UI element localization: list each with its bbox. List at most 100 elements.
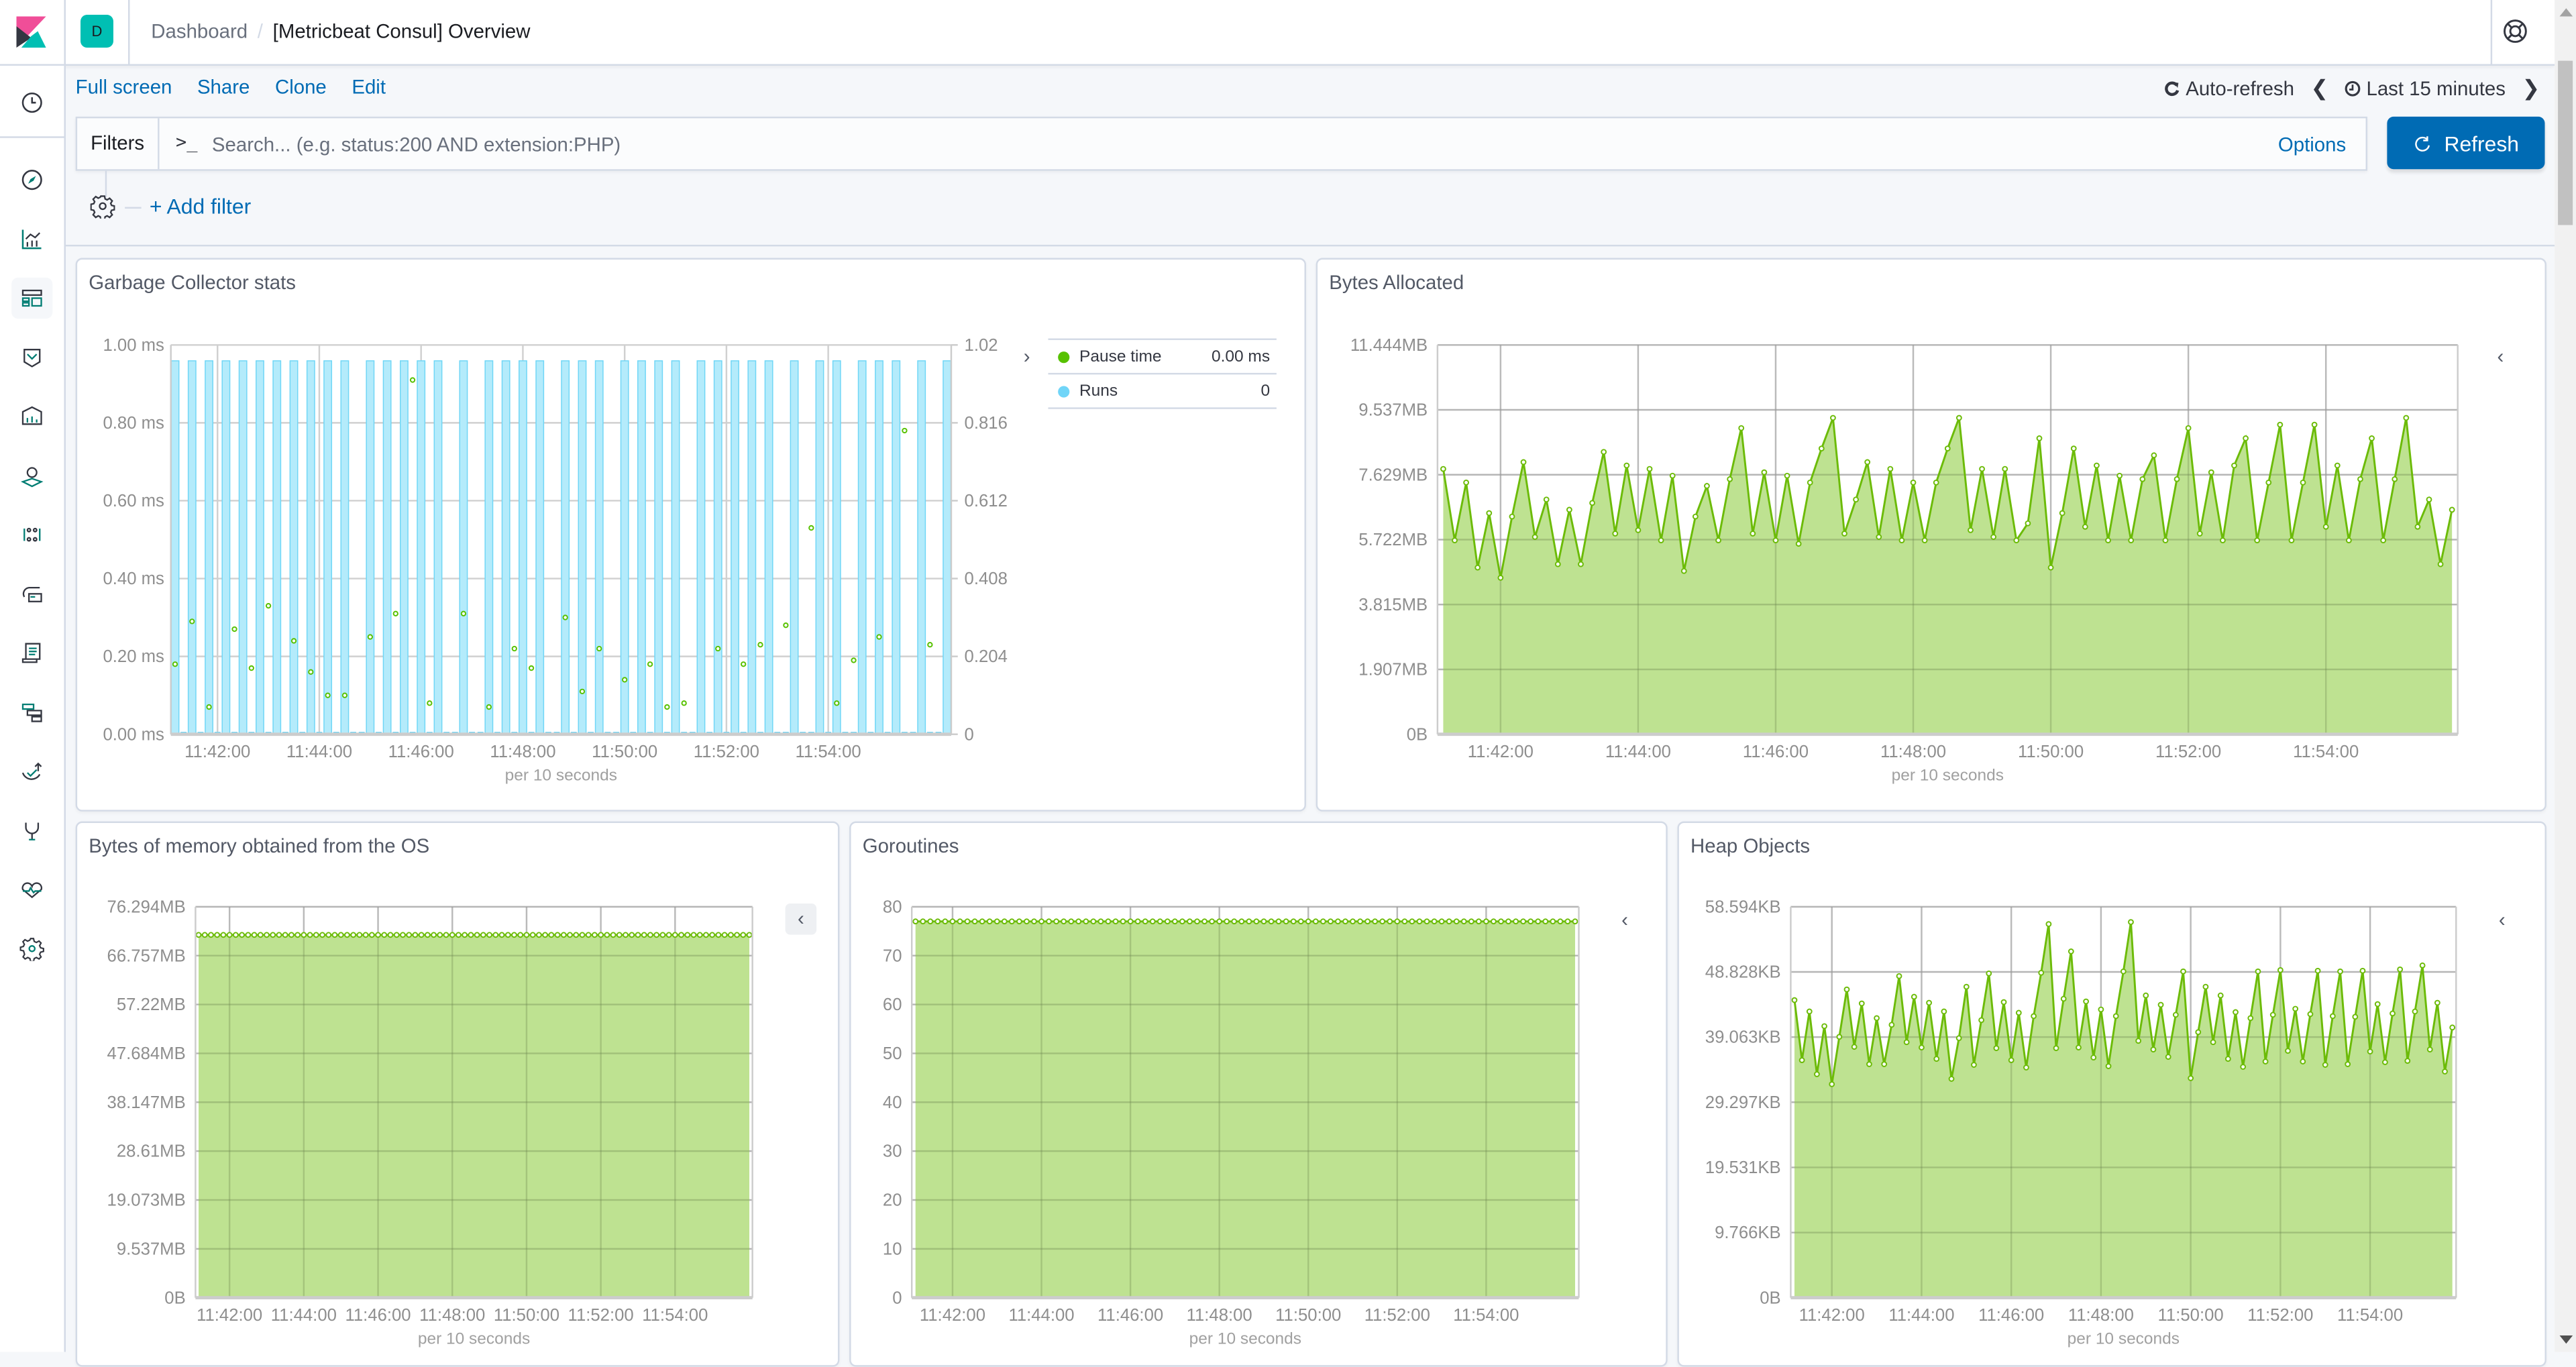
data-point: [560, 932, 567, 938]
data-point: [2053, 1045, 2059, 1052]
nav-logs[interactable]: [11, 633, 52, 673]
y-tick-label: 48.828KB: [1705, 963, 1781, 982]
runs-bar: [382, 360, 392, 735]
legend-expand-icon[interactable]: ‹: [2497, 345, 2504, 368]
edit-button[interactable]: Edit: [352, 76, 386, 99]
pause-time-point: [681, 700, 687, 706]
y-tick-label: 19.531KB: [1705, 1158, 1781, 1177]
legend-collapse-icon[interactable]: ›: [1024, 345, 1030, 368]
data-point: [2374, 1001, 2381, 1007]
data-point: [1379, 918, 1386, 925]
data-point: [1187, 918, 1193, 925]
data-point: [1858, 1000, 1865, 1007]
header-divider: [64, 0, 66, 64]
data-point: [1821, 1023, 1827, 1030]
data-point: [1903, 1039, 1910, 1046]
data-point: [2345, 1061, 2351, 1067]
nav-machine-learning[interactable]: [11, 514, 52, 555]
data-point: [344, 932, 350, 938]
data-point: [424, 932, 431, 938]
scroll-up-arrow-icon[interactable]: [2559, 8, 2573, 17]
space-avatar[interactable]: D: [80, 15, 113, 48]
nav-maps[interactable]: [11, 455, 52, 496]
data-point: [2403, 415, 2410, 421]
add-filter-button[interactable]: + Add filter: [150, 194, 251, 219]
nav-dashboard[interactable]: [11, 277, 53, 319]
divider: [65, 244, 2555, 247]
data-point: [1320, 918, 1326, 925]
nav-monitoring[interactable]: [11, 869, 52, 910]
data-point: [1312, 918, 1319, 925]
data-point: [734, 932, 740, 938]
pause-time-point: [248, 665, 254, 671]
data-point: [696, 932, 703, 938]
nav-recently-viewed[interactable]: [11, 82, 52, 123]
legend-expand-icon[interactable]: ‹: [2499, 908, 2506, 931]
gear-icon[interactable]: [90, 194, 115, 219]
nav-management[interactable]: [11, 928, 52, 969]
data-point: [400, 932, 406, 938]
legend-expand-icon[interactable]: ‹: [785, 903, 817, 935]
nav-canvas[interactable]: [11, 337, 52, 378]
uptime-icon: [21, 762, 42, 780]
lifebuoy-icon[interactable]: [2502, 18, 2528, 44]
data-point: [1505, 918, 1511, 925]
scroll-down-arrow-icon[interactable]: [2559, 1335, 2573, 1344]
data-point: [282, 932, 288, 938]
pause-time-point: [528, 665, 535, 671]
refresh-icon: [2165, 81, 2180, 96]
data-point: [462, 932, 468, 938]
map-icon: [20, 467, 44, 488]
query-language-prompt-icon[interactable]: >_: [176, 131, 197, 153]
nav-uptime[interactable]: [11, 751, 52, 791]
kibana-logo-icon[interactable]: [16, 16, 46, 48]
scrollbar-thumb[interactable]: [2558, 60, 2573, 225]
data-point: [1179, 918, 1185, 925]
y-tick-label: 28.61MB: [117, 1142, 186, 1161]
data-point: [2172, 1011, 2179, 1018]
chevron-left-icon[interactable]: ❮: [2310, 76, 2328, 102]
data-point: [1431, 918, 1438, 925]
data-point: [2300, 479, 2306, 486]
nav-apm[interactable]: [11, 692, 52, 732]
runs-bar: [875, 360, 883, 735]
data-point: [1680, 567, 1687, 574]
legend-item-runs[interactable]: Runs 0: [1048, 372, 1277, 409]
visualize-icon: [21, 229, 42, 250]
data-point: [1453, 918, 1460, 925]
logs-icon: [21, 643, 41, 663]
nav-timelion[interactable]: [11, 396, 52, 437]
data-point: [592, 932, 598, 938]
nav-dev-tools[interactable]: [11, 810, 52, 851]
data-point: [567, 932, 573, 938]
clone-button[interactable]: Clone: [275, 76, 327, 99]
data-point: [2390, 1010, 2396, 1017]
nav-discover[interactable]: [11, 160, 52, 201]
data-point: [2105, 1063, 2112, 1069]
time-range-button[interactable]: Last 15 minutes: [2345, 77, 2506, 100]
options-button[interactable]: Options: [2278, 133, 2346, 156]
refresh-button[interactable]: Refresh: [2387, 116, 2545, 170]
auto-refresh-button[interactable]: Auto-refresh: [2164, 77, 2294, 100]
page-scrollbar[interactable]: [2555, 0, 2576, 1352]
legend-item-pause-time[interactable]: Pause time 0.00 ms: [1048, 338, 1277, 372]
data-point: [1440, 466, 1446, 472]
data-point: [659, 932, 666, 938]
nav-visualize[interactable]: [11, 219, 52, 260]
y-tick-label: 39.063KB: [1705, 1028, 1781, 1047]
search-input[interactable]: [211, 118, 2184, 170]
full-screen-button[interactable]: Full screen: [76, 76, 172, 99]
legend-expand-icon[interactable]: ‹: [1621, 908, 1628, 931]
data-point: [1474, 564, 1481, 571]
data-point: [727, 932, 734, 938]
share-button[interactable]: Share: [197, 76, 250, 99]
pause-time-point: [511, 645, 517, 652]
data-point: [1955, 1035, 1962, 1042]
breadcrumb-dashboard[interactable]: Dashboard: [151, 19, 248, 42]
data-point: [2059, 510, 2065, 516]
chevron-right-icon[interactable]: ❯: [2522, 76, 2540, 102]
data-point: [1564, 918, 1571, 925]
timelion-icon: [21, 406, 42, 425]
data-point: [523, 932, 530, 938]
nav-infrastructure[interactable]: [11, 573, 52, 614]
